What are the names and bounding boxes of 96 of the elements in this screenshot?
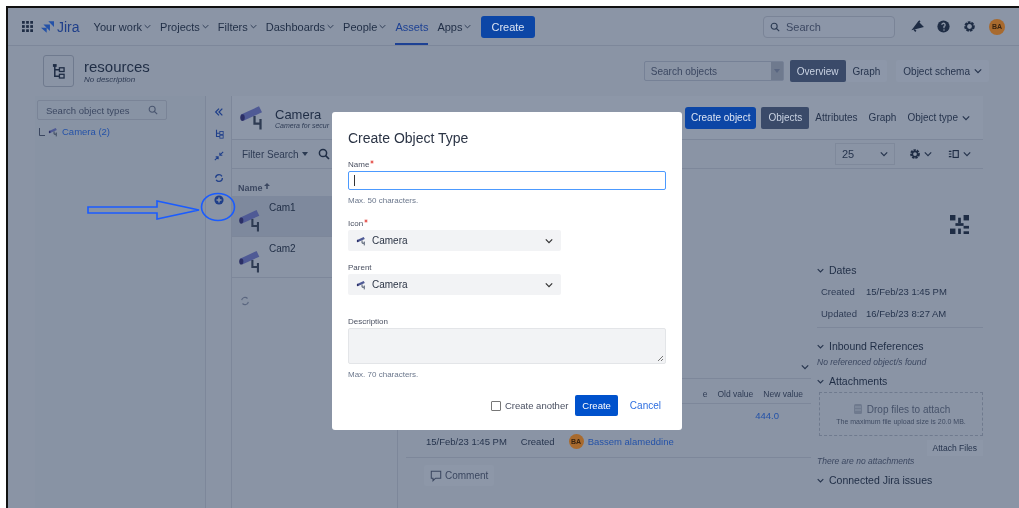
object-view-tab[interactable]: Attributes [810, 106, 863, 129]
create-object-button[interactable]: Create object [684, 106, 757, 129]
cancel-link[interactable]: Cancel [629, 400, 661, 411]
dialog-title: Create Object Type [348, 130, 470, 146]
column-header[interactable]: Name [232, 183, 397, 196]
file-stack-icon [851, 403, 864, 415]
camera-icon [48, 126, 59, 137]
view-tab[interactable]: Overview [789, 60, 846, 82]
chevron-down-icon [974, 68, 982, 74]
chevron-down-icon [545, 237, 553, 244]
chevron-down-icon [924, 151, 932, 157]
collapse-icon[interactable] [213, 107, 224, 117]
tree-branch-icon [39, 127, 45, 136]
nav-menu-item[interactable]: Projects [160, 8, 209, 45]
select-field[interactable]: Camera [348, 230, 561, 251]
empty-note: No referenced object/s found [817, 357, 928, 367]
columns-icon [948, 148, 960, 160]
add-icon[interactable] [213, 195, 224, 205]
hierarchy-icon[interactable] [213, 129, 224, 139]
app-switcher-icon[interactable] [22, 21, 33, 32]
field-label: Icon [348, 219, 364, 228]
search-object-types-field[interactable]: Search object types [37, 100, 167, 120]
object-type-menu[interactable]: Object type [902, 106, 975, 129]
date-value: 15/Feb/23 1:45 PM [866, 286, 948, 297]
field-label: Parent [348, 263, 372, 272]
collapse-arrows-icon[interactable] [213, 151, 224, 161]
chevron-down-icon [545, 281, 553, 288]
entry-action: Created [520, 436, 555, 447]
object-schema-menu[interactable]: Object schema [896, 60, 989, 82]
object-type-link[interactable]: Camera (2) [62, 126, 111, 137]
annotation-circle [200, 192, 236, 222]
nav-menu-item[interactable]: Apps [437, 8, 472, 45]
drop-zone-title: Drop files to attach [866, 403, 951, 415]
camera-icon [356, 279, 367, 290]
create-button[interactable]: Create [481, 15, 535, 38]
nav-menu-item[interactable]: People [343, 8, 387, 45]
refresh-icon[interactable] [240, 296, 250, 306]
section-toggle[interactable]: Inbound References [817, 338, 924, 354]
qr-code-icon [950, 215, 969, 234]
section-toggle[interactable]: Attachments [817, 373, 888, 389]
search-objects-field[interactable]: Search objects [643, 61, 784, 81]
object-view-tab[interactable]: Objects [761, 106, 810, 129]
section-toggle[interactable]: Connected Jira issues [817, 472, 933, 488]
nav-menu-item[interactable]: Your work [93, 8, 152, 45]
field-hint: Max. 70 characters. [348, 370, 420, 379]
date-label: Created [821, 286, 856, 297]
chevron-down-icon [880, 151, 888, 157]
dropdown-toggle[interactable] [770, 62, 783, 80]
columns-dropdown[interactable] [948, 148, 971, 160]
name-input[interactable] [348, 171, 666, 190]
nav-menu-item[interactable]: Filters [217, 8, 257, 45]
settings-icon[interactable] [963, 20, 976, 33]
schema-description: No description [84, 75, 137, 84]
chevron-down-icon [963, 151, 971, 157]
field-label: Description [348, 317, 388, 326]
select-field[interactable]: Camera [348, 274, 561, 295]
speech-bubble-icon [430, 469, 442, 482]
nav-menu-item[interactable]: Assets [395, 8, 429, 45]
search-field[interactable]: Search [763, 15, 895, 38]
empty-note: There are no attachments [817, 456, 916, 466]
column-header: New value [763, 389, 803, 399]
column-header: Old value [717, 389, 754, 399]
new-value-text: 444.0 [755, 410, 779, 423]
date-value: 16/Feb/23 8:27 AM [866, 308, 948, 319]
jira-logo-icon[interactable] [41, 20, 54, 33]
refresh-icon[interactable] [213, 173, 224, 183]
object-view-tab[interactable]: Graph [863, 106, 902, 129]
checkbox-label: Create another [504, 400, 569, 411]
search-icon [770, 21, 780, 32]
sort-up-icon [263, 183, 270, 189]
user-link[interactable]: Bassem alameddine [587, 436, 674, 447]
chevron-down-icon [801, 364, 809, 370]
field-label: Name [348, 160, 370, 169]
view-tab[interactable]: Graph [845, 60, 888, 82]
search-icon[interactable] [317, 148, 330, 160]
nav-menu-item[interactable]: Dashboards [265, 8, 335, 45]
caret-icon [301, 152, 308, 156]
help-icon[interactable] [937, 20, 950, 33]
create-another-checkbox[interactable] [490, 400, 501, 411]
object-type-title: Camera [275, 106, 323, 122]
gear-icon [909, 148, 921, 160]
resize-grip-icon [657, 355, 663, 361]
search-icon [148, 105, 158, 115]
camera-icon [356, 235, 367, 246]
chevron-down-icon [962, 114, 970, 121]
filter-search-dropdown[interactable]: Filter Search [242, 148, 308, 160]
schema-title: resources [84, 58, 150, 75]
column-header: e [702, 389, 708, 399]
section-toggle[interactable]: Dates [817, 262, 857, 278]
page-size-select[interactable]: 25 [835, 143, 895, 165]
entry-date: 15/Feb/23 1:45 PM [426, 436, 507, 447]
date-label: Updated [821, 308, 858, 319]
product-name[interactable]: Jira [57, 18, 80, 35]
hierarchy-icon [52, 63, 65, 79]
settings-dropdown[interactable] [909, 148, 932, 160]
create-button[interactable]: Create [575, 395, 618, 416]
